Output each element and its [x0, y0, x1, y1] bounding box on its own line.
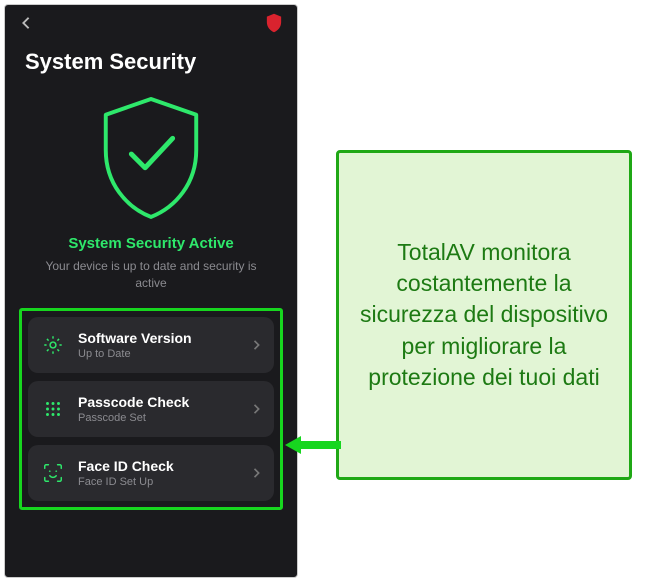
card-subtitle: Face ID Set Up: [78, 476, 240, 488]
card-text: Face ID Check Face ID Set Up: [78, 458, 240, 488]
face-id-check-row[interactable]: Face ID Check Face ID Set Up: [28, 445, 274, 501]
card-text: Passcode Check Passcode Set: [78, 394, 240, 424]
annotation-callout: TotalAV monitora costantemente la sicure…: [336, 150, 632, 480]
passcode-check-row[interactable]: Passcode Check Passcode Set: [28, 381, 274, 437]
status-subtitle: Your device is up to date and security i…: [41, 258, 261, 292]
page-title: System Security: [25, 49, 283, 75]
chevron-left-icon: [19, 16, 33, 30]
security-checks-list: Software Version Up to Date Passcode Che…: [19, 308, 283, 510]
face-id-icon: [40, 460, 66, 486]
arrow-left-icon: [285, 435, 341, 455]
card-title: Software Version: [78, 330, 240, 346]
shield-check-icon: [92, 93, 210, 221]
software-version-row[interactable]: Software Version Up to Date: [28, 317, 274, 373]
chevron-right-icon: [252, 468, 262, 478]
chevron-right-icon: [252, 340, 262, 350]
card-text: Software Version Up to Date: [78, 330, 240, 360]
brand-logo: [265, 13, 283, 38]
card-subtitle: Up to Date: [78, 348, 240, 360]
back-button[interactable]: [19, 16, 33, 35]
card-title: Passcode Check: [78, 394, 240, 410]
app-screen: System Security System Security Active Y…: [4, 4, 298, 578]
card-subtitle: Passcode Set: [78, 412, 240, 424]
shield-icon: [265, 13, 283, 33]
chevron-right-icon: [252, 404, 262, 414]
callout-text: TotalAV monitora costantemente la sicure…: [353, 237, 615, 392]
keypad-icon: [40, 396, 66, 422]
hero-section: System Security Active Your device is up…: [19, 93, 283, 292]
top-bar: [19, 13, 283, 37]
status-title: System Security Active: [68, 235, 233, 252]
card-title: Face ID Check: [78, 458, 240, 474]
gear-icon: [40, 332, 66, 358]
